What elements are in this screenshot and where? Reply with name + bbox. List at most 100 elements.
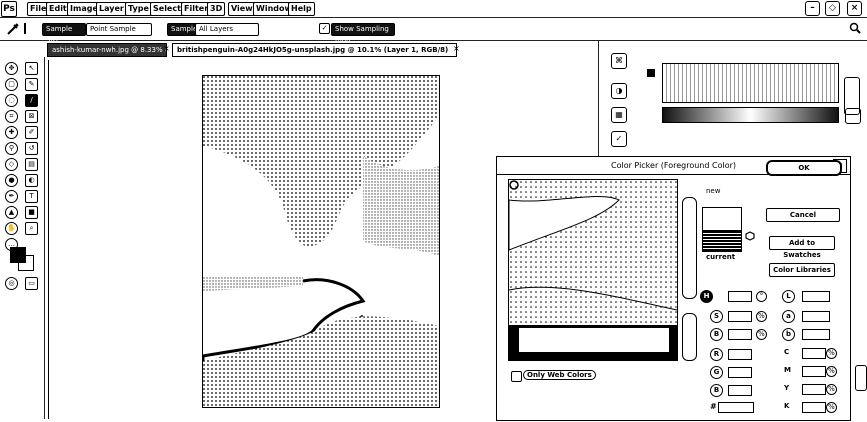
new-color-swatch (702, 207, 742, 231)
current-color-swatch[interactable] (702, 230, 742, 252)
c-label: C (784, 348, 790, 356)
b-unit: % (756, 329, 767, 340)
foreground-color-swatch[interactable] (10, 247, 26, 263)
hue-slider-lower[interactable] (682, 313, 697, 361)
document-image[interactable] (202, 75, 440, 408)
search-icon[interactable] (849, 22, 861, 34)
l-input[interactable] (802, 291, 830, 302)
panel-slider-handle[interactable] (845, 108, 861, 124)
sample-size-select[interactable]: Point Sample (86, 23, 152, 36)
minimize-button[interactable]: – (805, 1, 820, 16)
l-radio[interactable]: L (782, 290, 795, 303)
eyedropper-icon[interactable] (6, 22, 20, 36)
blue-radio[interactable]: B (710, 384, 723, 397)
history-brush-icon[interactable]: ↺ (25, 142, 38, 155)
r-radio[interactable]: R (710, 348, 723, 361)
eyedropper-icon[interactable]: / (25, 94, 38, 107)
adjustments-icon[interactable]: ✓ (611, 131, 627, 147)
screen-mode-icon[interactable]: ▭ (25, 277, 38, 290)
pen-icon[interactable]: ✒ (5, 190, 18, 203)
ok-button[interactable]: OK (766, 160, 842, 176)
c-unit: % (826, 348, 837, 359)
s-radio[interactable]: S (710, 310, 723, 323)
a-input[interactable] (802, 311, 830, 322)
y-input[interactable] (802, 384, 826, 395)
lab-b-input[interactable] (802, 329, 830, 340)
gradient-icon[interactable]: ▤ (25, 158, 38, 171)
show-ring-checkbox[interactable]: ✓ (319, 23, 330, 34)
shape-icon[interactable]: ■ (25, 206, 38, 219)
hex-label: # (710, 402, 717, 411)
s-input[interactable] (728, 311, 752, 322)
tab-document-2[interactable]: britishpenguin-A0g24HkJO5g-unsplash.jpg … (172, 43, 457, 57)
g-input[interactable] (728, 367, 752, 378)
menu-3d[interactable]: 3D (207, 2, 226, 16)
new-label: new (706, 187, 721, 195)
quick-mask-icon[interactable]: ◎ (5, 277, 18, 290)
hand-icon[interactable]: ✋ (5, 222, 18, 235)
healing-icon[interactable]: ✚ (5, 126, 18, 139)
b-input[interactable] (728, 329, 752, 340)
h-unit: ° (756, 291, 767, 302)
quick-select-icon[interactable]: ✎ (25, 78, 38, 91)
h-radio[interactable]: H (700, 290, 713, 303)
panel-scrollbar[interactable] (855, 365, 867, 391)
blur-icon[interactable]: ● (5, 174, 18, 187)
current-label: current (706, 253, 736, 261)
color-field[interactable] (508, 179, 678, 361)
close-button[interactable]: × (847, 1, 862, 16)
sample-select[interactable]: All Layers (195, 23, 259, 36)
color-spectrum-field[interactable] (662, 63, 839, 103)
cancel-button[interactable]: Cancel (766, 208, 840, 222)
restore-button[interactable]: ◇ (825, 1, 840, 16)
m-input[interactable] (802, 366, 826, 377)
c-input[interactable] (802, 348, 826, 359)
g-radio[interactable]: G (710, 366, 723, 379)
m-label: M (784, 366, 791, 374)
eraser-icon[interactable]: ◇ (5, 158, 18, 171)
dodge-icon[interactable]: ◐ (25, 174, 38, 187)
zoom-icon[interactable]: ⌕ (25, 222, 38, 235)
b-radio[interactable]: B (710, 328, 723, 341)
menu-type[interactable]: Type (125, 2, 152, 16)
blue-input[interactable] (728, 385, 752, 396)
path-select-icon[interactable]: ▲ (5, 206, 18, 219)
menu-help[interactable]: Help (288, 2, 315, 16)
panel-foreground-swatch[interactable] (647, 69, 655, 77)
color-icon[interactable]: ◑ (611, 83, 627, 99)
frame-icon[interactable]: ⊠ (25, 110, 38, 123)
app-logo: Ps (1, 1, 17, 17)
swatches-icon[interactable]: ▦ (611, 107, 627, 123)
y-label: Y (784, 384, 790, 392)
color-libraries-button[interactable]: Color Libraries (769, 263, 835, 277)
r-input[interactable] (728, 349, 752, 360)
m-unit: % (826, 366, 837, 377)
history-icon[interactable]: ⌘ (611, 53, 627, 69)
color-ramp[interactable] (662, 107, 839, 123)
hue-slider[interactable] (682, 197, 697, 299)
menu-view[interactable]: View (228, 2, 256, 16)
lab-b-radio[interactable]: b (782, 328, 795, 341)
lasso-icon[interactable]: ◌ (5, 94, 18, 107)
move-icon[interactable]: ✥ (5, 62, 18, 75)
artboard-icon[interactable]: ↖ (25, 62, 38, 75)
add-to-swatches-button[interactable]: Add to Swatches (769, 236, 835, 259)
tab-close-icon[interactable]: × (453, 44, 460, 53)
brush-icon[interactable]: ✐ (25, 126, 38, 139)
only-web-colors-checkbox[interactable] (511, 371, 522, 382)
h-input[interactable] (728, 291, 752, 302)
cube-icon[interactable] (745, 231, 755, 241)
marquee-icon[interactable]: ▢ (5, 78, 18, 91)
a-radio[interactable]: a (782, 310, 795, 323)
k-input[interactable] (802, 402, 826, 413)
k-label: K (784, 402, 790, 410)
type-icon[interactable]: T (25, 190, 38, 203)
crop-icon[interactable]: ⌗ (5, 110, 18, 123)
hex-input[interactable] (718, 402, 754, 413)
menu-layer[interactable]: Layer (96, 2, 127, 16)
tab-close-icon[interactable]: × (163, 44, 170, 53)
clone-stamp-icon[interactable]: ⚲ (5, 142, 18, 155)
tab-document-1[interactable]: ashish-kumar-nwh.jpg @ 8.33% (RGB/8) (47, 43, 167, 57)
divider (24, 23, 30, 34)
menu-select[interactable]: Select (150, 2, 184, 16)
